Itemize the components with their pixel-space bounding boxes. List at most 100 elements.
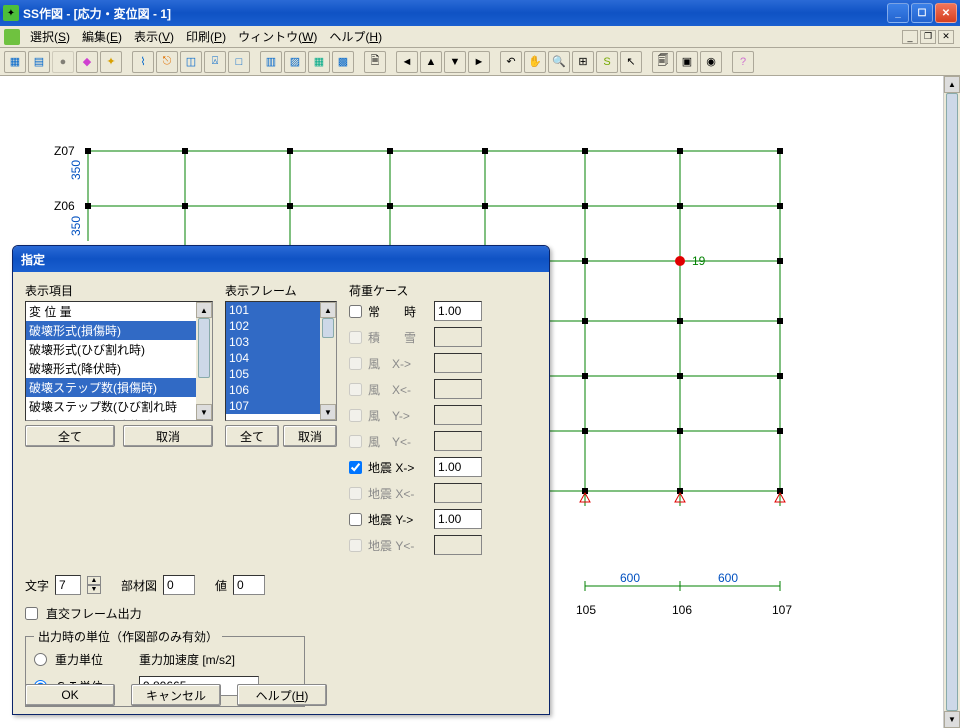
frames-label: 表示フレーム: [225, 282, 337, 299]
case-value: [434, 483, 482, 503]
frames-cancel-button[interactable]: 取消: [283, 425, 337, 447]
menu-item[interactable]: 印刷(P): [180, 26, 232, 47]
tool-help[interactable]: ?: [732, 51, 754, 73]
svg-text:107: 107: [772, 603, 792, 617]
list-item[interactable]: 破壊形式(降伏時): [26, 359, 212, 378]
menu-item[interactable]: 編集(E): [76, 26, 128, 47]
settings-dialog: 指定 表示項目 変 位 量破壊形式(損傷時)破壊形式(ひび割れ時)破壊形式(降伏…: [12, 245, 550, 715]
case-label: 風 X<-: [368, 381, 434, 398]
tool-a[interactable]: ⌇: [132, 51, 154, 73]
tool-doc[interactable]: 🗎: [364, 51, 386, 73]
svg-text:Z07: Z07: [54, 144, 75, 158]
case-checkbox[interactable]: [349, 461, 362, 474]
tool-down[interactable]: ▼: [444, 51, 466, 73]
maximize-button[interactable]: ☐: [911, 3, 933, 23]
case-checkbox: [349, 487, 362, 500]
close-button[interactable]: ✕: [935, 3, 957, 23]
buzai-input[interactable]: [163, 575, 195, 595]
tool-h[interactable]: ▦: [308, 51, 330, 73]
cancel-button[interactable]: キャンセル: [131, 684, 221, 706]
case-label: 地震 X->: [368, 459, 434, 476]
atai-label: 値: [215, 577, 227, 594]
list-item[interactable]: 破壊形式(損傷時): [26, 321, 212, 340]
mdi-close[interactable]: ✕: [938, 30, 954, 44]
case-checkbox[interactable]: [349, 305, 362, 318]
menu-item[interactable]: ヘルプ(H): [323, 26, 388, 47]
case-value[interactable]: [434, 509, 482, 529]
help-button[interactable]: ヘルプ(H): [237, 684, 327, 706]
frames-listbox[interactable]: 101102103104105106107 ▲▼: [225, 301, 337, 421]
moji-down[interactable]: ▼: [87, 585, 101, 594]
tool-hand[interactable]: ✋: [524, 51, 546, 73]
svg-text:600: 600: [620, 571, 640, 585]
case-value: [434, 431, 482, 451]
tool-undo[interactable]: ↶: [500, 51, 522, 73]
case-checkbox[interactable]: [349, 513, 362, 526]
menubar: 選択(S)編集(E)表示(V)印刷(P)ウィントウ(W)ヘルプ(H) _ ❐ ✕: [0, 26, 960, 48]
titlebar: ✦ SS作図 - [応力・変位図 - 1] _ ☐ ✕: [0, 0, 960, 26]
items-listbox[interactable]: 変 位 量破壊形式(損傷時)破壊形式(ひび割れ時)破壊形式(降伏時)破壊ステップ…: [25, 301, 213, 421]
case-label: 風 Y->: [368, 407, 434, 424]
vertical-scrollbar[interactable]: ▲ ▼: [943, 76, 960, 728]
tool-c[interactable]: ◫: [180, 51, 202, 73]
tool-zoom[interactable]: 🔍: [548, 51, 570, 73]
case-value[interactable]: [434, 301, 482, 321]
svg-text:350: 350: [69, 216, 83, 236]
tool-e[interactable]: □: [228, 51, 250, 73]
tool-f[interactable]: ▥: [260, 51, 282, 73]
list-item[interactable]: 変 位 量: [26, 302, 212, 321]
ortho-label: 直交フレーム出力: [46, 605, 142, 622]
tool-star[interactable]: ✦: [100, 51, 122, 73]
tool-right[interactable]: ►: [468, 51, 490, 73]
items-all-button[interactable]: 全て: [25, 425, 115, 447]
items-cancel-button[interactable]: 取消: [123, 425, 213, 447]
tool-d[interactable]: ⍓: [204, 51, 226, 73]
tool-img[interactable]: ▣: [676, 51, 698, 73]
minimize-button[interactable]: _: [887, 3, 909, 23]
case-value: [434, 353, 482, 373]
moji-input[interactable]: [55, 575, 81, 595]
app-icon: ✦: [3, 5, 19, 21]
scroll-down[interactable]: ▼: [944, 711, 960, 728]
case-label: 地震 Y->: [368, 511, 434, 528]
svg-text:106: 106: [672, 603, 692, 617]
frames-all-button[interactable]: 全て: [225, 425, 279, 447]
tool-grid2[interactable]: ▤: [28, 51, 50, 73]
ortho-checkbox[interactable]: [25, 607, 38, 620]
tool-left[interactable]: ◄: [396, 51, 418, 73]
case-checkbox: [349, 435, 362, 448]
list-item[interactable]: 破壊ステップ数(降伏時): [26, 416, 212, 421]
menu-item[interactable]: ウィントウ(W): [232, 26, 323, 47]
tool-s[interactable]: S: [596, 51, 618, 73]
list-item[interactable]: 破壊ステップ数(損傷時): [26, 378, 212, 397]
tool-cam[interactable]: ◉: [700, 51, 722, 73]
moji-up[interactable]: ▲: [87, 576, 101, 585]
menu-item[interactable]: 選択(S): [24, 26, 76, 47]
case-checkbox: [349, 357, 362, 370]
scroll-thumb[interactable]: [946, 93, 958, 711]
tool-pointer[interactable]: ↖: [620, 51, 642, 73]
tool-print[interactable]: 🗐: [652, 51, 674, 73]
mdi-restore[interactable]: ❐: [920, 30, 936, 44]
mdi-minimize[interactable]: _: [902, 30, 918, 44]
tool-i[interactable]: ▩: [332, 51, 354, 73]
list-item[interactable]: 破壊ステップ数(ひび割れ時: [26, 397, 212, 416]
list-item[interactable]: 破壊形式(ひび割れ時): [26, 340, 212, 359]
menu-item[interactable]: 表示(V): [128, 26, 180, 47]
ok-button[interactable]: OK: [25, 684, 115, 706]
tool-shape[interactable]: ◆: [76, 51, 98, 73]
dialog-title[interactable]: 指定: [13, 246, 549, 272]
case-value[interactable]: [434, 457, 482, 477]
cases-label: 荷重ケース: [349, 282, 537, 299]
scroll-up[interactable]: ▲: [944, 76, 960, 93]
tool-grid1[interactable]: ▦: [4, 51, 26, 73]
buzai-label: 部材図: [121, 577, 157, 594]
moji-label: 文字: [25, 577, 49, 594]
tool-up[interactable]: ▲: [420, 51, 442, 73]
unit-gravity-radio[interactable]: [34, 653, 47, 666]
tool-win[interactable]: ⊞: [572, 51, 594, 73]
case-value: [434, 379, 482, 399]
tool-b[interactable]: ⎋: [156, 51, 178, 73]
atai-input[interactable]: [233, 575, 265, 595]
tool-g[interactable]: ▨: [284, 51, 306, 73]
